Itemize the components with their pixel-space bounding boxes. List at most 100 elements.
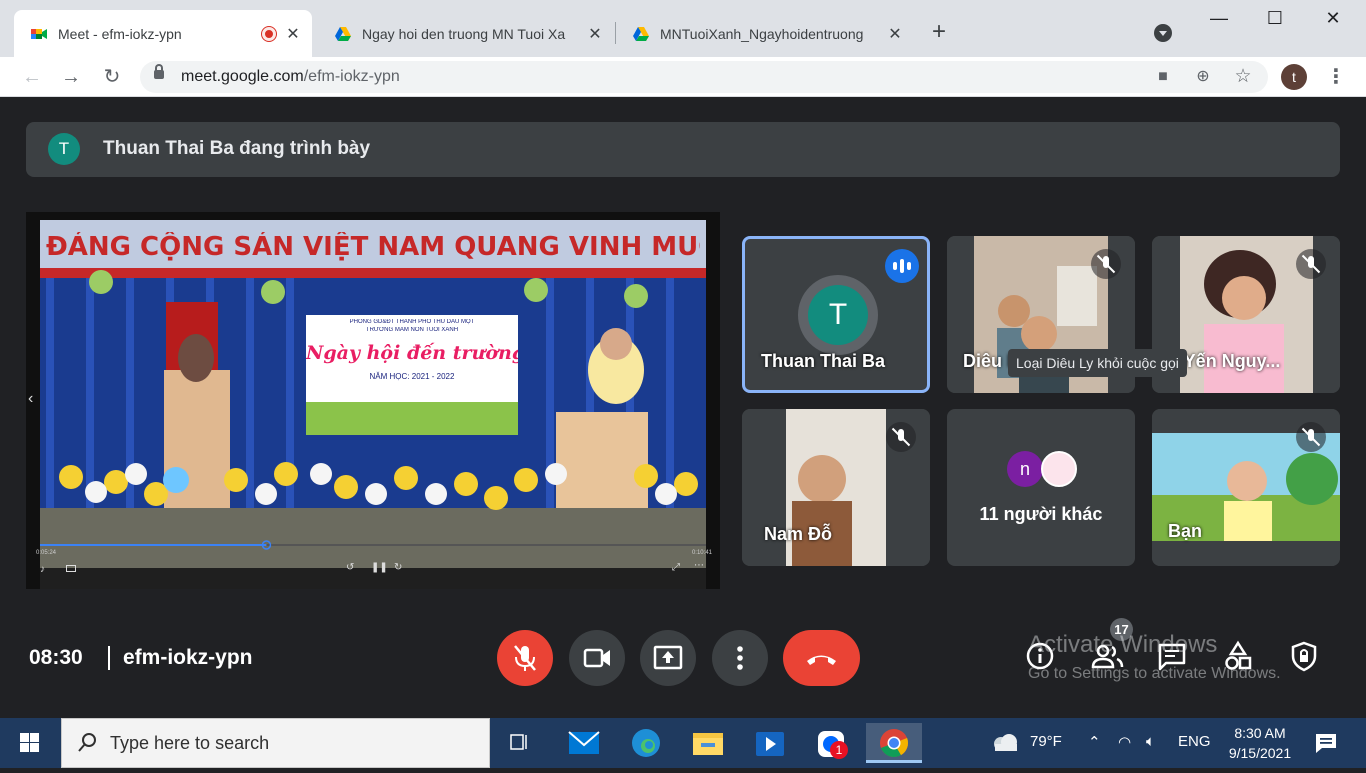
participant-tile-thuan[interactable]: T Thuan Thai Ba — [742, 236, 930, 393]
tab-title: Ngay hoi den truong MN Tuoi Xa — [362, 25, 566, 42]
search-placeholder: Type here to search — [110, 733, 270, 753]
close-tab-icon[interactable]: ✕ — [284, 24, 302, 44]
windows-logo-icon — [20, 733, 39, 752]
browser-menu-icon[interactable]: ⋮ — [1326, 63, 1346, 91]
participant-name: Bạn — [1168, 521, 1203, 541]
close-tab-icon[interactable]: ✕ — [886, 24, 904, 44]
video-time-elapsed: 0:05:24 — [36, 550, 57, 556]
mic-off-icon — [514, 645, 536, 671]
taskbar-clock[interactable]: 8:30 AM 9/15/2021 — [1222, 723, 1298, 763]
divider — [108, 646, 110, 670]
folder-icon — [693, 733, 723, 755]
minimize-icon[interactable]: — — [1204, 8, 1234, 29]
notifications-icon[interactable] — [1314, 732, 1338, 754]
activate-windows-title: Activate Windows — [1028, 631, 1218, 658]
search-icon — [78, 733, 96, 752]
participant-tile-self[interactable]: Bạn — [1152, 409, 1340, 566]
bookmark-star-icon[interactable]: ☆ — [1232, 66, 1254, 88]
activate-windows-subtitle: Go to Settings to activate Windows. — [1028, 665, 1281, 682]
forward-icon[interactable]: ↻ — [394, 562, 402, 573]
more-vert-icon — [737, 646, 743, 670]
participant-tile-others[interactable]: n 11 người khác — [947, 409, 1135, 566]
drive-icon — [335, 26, 351, 41]
hang-up-icon — [807, 655, 836, 665]
reload-icon[interactable]: ↻ — [98, 63, 126, 91]
lock-icon[interactable] — [154, 64, 164, 79]
pause-icon[interactable]: ❚❚ — [371, 562, 388, 573]
edge-app[interactable] — [618, 723, 674, 763]
video-player-icon — [756, 732, 784, 756]
poster-line1: PHÒNG GD&ĐT THÀNH PHỐ THỦ DẦU MỘT — [349, 319, 475, 325]
zalo-app[interactable]: 1 — [804, 723, 860, 763]
camera-permission-icon[interactable]: ■ — [1152, 66, 1174, 88]
new-tab-icon[interactable]: + — [928, 20, 950, 44]
tab-search-icon[interactable] — [1154, 24, 1172, 42]
others-avatar-logo — [1041, 451, 1077, 487]
clock-date: 9/15/2021 — [1228, 745, 1292, 761]
volume-icon[interactable]: 🔈︎ — [1146, 733, 1155, 750]
participant-name: 11 người khác — [979, 504, 1103, 524]
meet-icon — [31, 28, 47, 39]
volume-icon[interactable]: ♪ — [40, 564, 45, 575]
chrome-icon — [880, 729, 909, 757]
more-options-button[interactable] — [712, 630, 768, 686]
presentation-video — [26, 212, 720, 589]
leave-call-button[interactable] — [783, 630, 860, 686]
camera-toggle-button[interactable] — [569, 630, 625, 686]
taskbar-search[interactable]: Type here to search — [61, 718, 490, 768]
maximize-icon[interactable]: ☐ — [1260, 8, 1290, 29]
participant-name: Thuan Thai Ba — [761, 351, 886, 371]
close-tab-icon[interactable]: ✕ — [586, 24, 604, 44]
network-icon[interactable]: ◠ — [1118, 733, 1131, 751]
tab-title: MNTuoiXanh_Ngayhoidentruong — [660, 25, 864, 42]
url-text[interactable]: meet.google.com/efm-iokz-ypn — [181, 68, 400, 86]
movies-app[interactable] — [742, 723, 798, 763]
muted-icon — [1091, 249, 1121, 279]
present-icon — [653, 645, 683, 670]
weather-temp[interactable]: 79°F — [1030, 733, 1062, 750]
host-controls-button[interactable] — [1288, 640, 1320, 672]
forward-icon[interactable]: → — [57, 63, 85, 91]
participant-avatar: T — [798, 275, 878, 355]
url-path: /efm-iokz-ypn — [303, 68, 400, 85]
chrome-app[interactable] — [866, 723, 922, 763]
show-hidden-icons-icon[interactable]: ⌃ — [1088, 733, 1101, 751]
url-host: meet.google.com — [181, 68, 304, 85]
profile-avatar[interactable]: t — [1281, 64, 1307, 90]
mail-icon — [568, 731, 600, 754]
zoom-icon[interactable]: ⊕ — [1192, 66, 1214, 88]
edge-icon — [632, 729, 660, 757]
video-progress-fill — [40, 544, 267, 546]
task-view-button[interactable] — [492, 723, 548, 763]
meeting-code: efm-iokz-ypn — [123, 646, 253, 669]
presenter-avatar: T — [48, 133, 80, 165]
camera-icon — [583, 648, 610, 668]
tab-mntuoixanh[interactable]: MNTuoiXanh_Ngayhoidentruong ✕ — [616, 10, 914, 57]
tab-ngay-hoi[interactable]: Ngay hoi den truong MN Tuoi Xa ✕ — [318, 10, 614, 57]
muted-icon — [886, 422, 916, 452]
tab-meet[interactable]: Meet - efm-iokz-ypn ✕ — [14, 10, 312, 57]
previous-arrow-icon[interactable]: ‹ — [28, 390, 33, 408]
fullscreen-icon[interactable]: ⤢ — [672, 562, 680, 573]
presentation-screen[interactable]: ĐẢNG CỘNG SẢN VIỆT NAM QUANG VINH MUÔN N… — [26, 212, 720, 589]
start-button[interactable] — [0, 718, 60, 768]
video-time-total: 0:10:41 — [691, 550, 712, 556]
file-explorer-app[interactable] — [680, 723, 736, 763]
more-video-icon[interactable]: ⋯ — [694, 560, 704, 571]
close-window-icon[interactable]: ✕ — [1318, 8, 1348, 29]
others-avatar: n — [1007, 451, 1043, 487]
participant-tile-nam[interactable]: Nam Đỗ — [742, 409, 930, 566]
subtitles-icon[interactable] — [66, 565, 76, 572]
participant-name: i Yến Nguy... — [1174, 351, 1281, 371]
task-view-icon — [510, 734, 527, 750]
present-button[interactable] — [640, 630, 696, 686]
back-icon[interactable]: ← — [18, 63, 46, 91]
zalo-notification-badge: 1 — [830, 741, 848, 759]
mic-toggle-button[interactable] — [497, 630, 553, 686]
address-bar[interactable]: meet.google.com/efm-iokz-ypn ■ ⊕ ☆ — [140, 61, 1268, 93]
input-language[interactable]: ENG — [1178, 733, 1211, 750]
windows-taskbar: Type here to search 1 79°F ⌃ ◠ 🔈︎ ENG 8:… — [0, 718, 1366, 768]
rewind-icon[interactable]: ↺ — [346, 562, 354, 573]
presentation-banner-text: ĐẢNG CỘNG SẢN VIỆT NAM QUANG VINH MUÔN N… — [46, 232, 700, 262]
mail-app[interactable] — [556, 723, 612, 763]
